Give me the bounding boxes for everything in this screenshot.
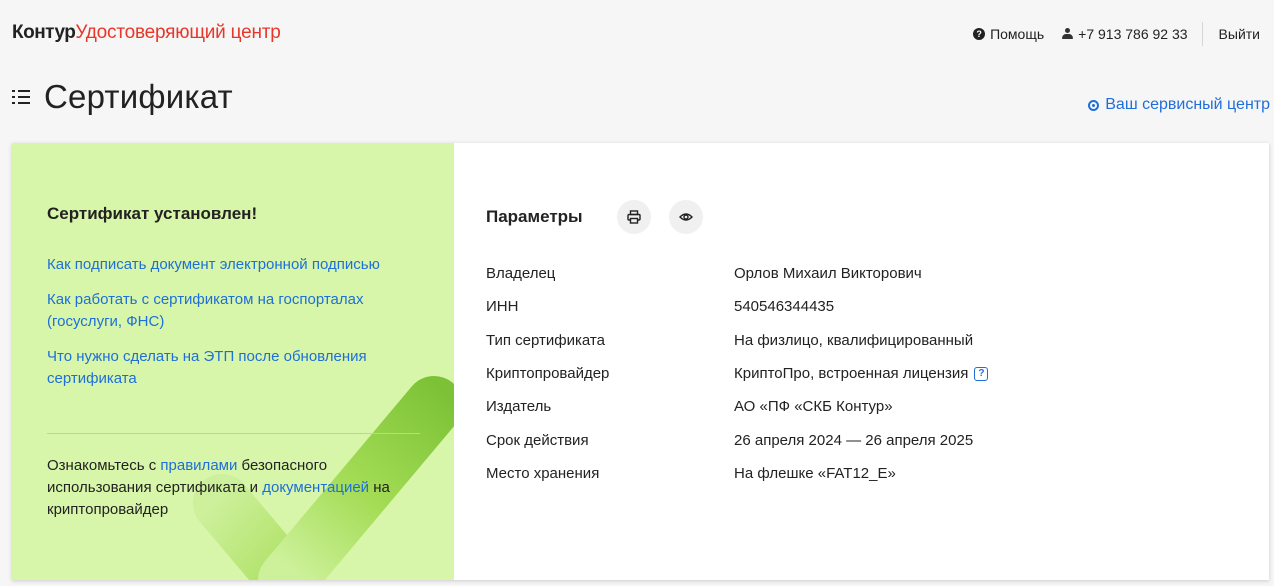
top-bar: КонтурУдостоверяющий центр ? Помощь +7 9…: [0, 0, 1274, 64]
rules-link[interactable]: правилами: [160, 457, 237, 474]
help-links: Как подписать документ электронной подпи…: [47, 254, 423, 403]
param-value: На флешке «FAT12_E»: [734, 464, 896, 482]
logo-product: Удостоверяющий центр: [75, 22, 281, 43]
param-row-storage: Место хранения На флешке «FAT12_E»: [486, 457, 988, 490]
param-value: На физлицо, квалифицированный: [734, 331, 974, 349]
service-center-label: Ваш сервисный центр: [1105, 96, 1270, 113]
param-value: КриптоПро, встроенная лицензия: [734, 365, 969, 383]
user-icon: [1062, 28, 1074, 40]
params-panel: Параметры Владелец Орлов Михаил Викторов…: [454, 143, 1269, 580]
param-value: 26 апреля 2024 — 26 апреля 2025: [734, 431, 974, 449]
documentation-link[interactable]: документацией: [262, 479, 369, 496]
installed-title: Сертификат установлен!: [47, 204, 258, 223]
rules-notice: Ознакомьтесь с правилами безопасного исп…: [47, 455, 423, 521]
question-circle-icon: ?: [973, 28, 986, 40]
etp-update-link[interactable]: Что нужно сделать на ЭТП после обновлени…: [47, 346, 423, 390]
location-pin-icon: [1088, 99, 1100, 111]
param-row-inn: ИНН 540546344435: [486, 290, 988, 323]
service-center-link[interactable]: Ваш сервисный центр: [1088, 96, 1270, 114]
param-row-issuer: Издатель АО «ПФ «СКБ Контур»: [486, 390, 988, 423]
nav-divider: [1201, 22, 1203, 46]
logo[interactable]: КонтурУдостоверяющий центр: [12, 22, 281, 44]
param-row-owner: Владелец Орлов Михаил Викторович: [486, 257, 988, 290]
param-key: Место хранения: [486, 464, 600, 482]
eye-icon: [678, 213, 693, 221]
params-title: Параметры: [486, 207, 583, 226]
user-phone-link[interactable]: +7 913 786 92 33: [1062, 26, 1188, 42]
license-info-icon[interactable]: ?: [974, 366, 989, 381]
param-row-validity: Срок действия 26 апреля 2024 — 26 апреля…: [486, 423, 988, 456]
menu-icon[interactable]: [12, 89, 32, 105]
logo-brand: Контур: [12, 22, 76, 43]
sign-document-link[interactable]: Как подписать документ электронной подпи…: [47, 254, 423, 276]
rules-prefix: Ознакомьтесь с: [47, 457, 161, 474]
installed-panel: Сертификат установлен! Как подписать док…: [12, 143, 454, 580]
param-value: АО «ПФ «СКБ Контур»: [734, 398, 893, 416]
view-button[interactable]: [668, 200, 703, 234]
params-header: Параметры: [486, 200, 721, 234]
certificate-card: Сертификат установлен! Как подписать док…: [12, 143, 1269, 580]
param-key: Издатель: [486, 398, 552, 416]
printer-icon: [626, 210, 641, 224]
param-value: 540546344435: [734, 298, 835, 316]
top-nav: ? Помощь +7 913 786 92 33 Выйти: [973, 22, 1260, 46]
print-button[interactable]: [616, 200, 651, 234]
param-row-cryptoprovider: Криптопровайдер КриптоПро, встроенная ли…: [486, 357, 989, 390]
param-key: Тип сертификата: [486, 331, 605, 349]
logout-link[interactable]: Выйти: [1219, 26, 1260, 42]
param-key: Срок действия: [486, 431, 589, 449]
param-value: Орлов Михаил Викторович: [734, 265, 922, 283]
param-key: Владелец: [486, 265, 556, 283]
user-phone: +7 913 786 92 33: [1078, 26, 1188, 42]
page-title: Сертификат: [44, 78, 233, 115]
help-label: Помощь: [990, 26, 1045, 42]
params-table: Владелец Орлов Михаил Викторович ИНН 540…: [486, 257, 989, 490]
help-link[interactable]: ? Помощь: [973, 26, 1044, 42]
param-key: ИНН: [486, 298, 519, 316]
title-row: Сертификат: [12, 78, 233, 116]
param-row-cert-type: Тип сертификата На физлицо, квалифициров…: [486, 324, 988, 357]
divider: [47, 433, 420, 434]
param-key: Криптопровайдер: [486, 365, 610, 383]
gosportal-link[interactable]: Как работать с сертификатом на госпортал…: [47, 289, 423, 333]
